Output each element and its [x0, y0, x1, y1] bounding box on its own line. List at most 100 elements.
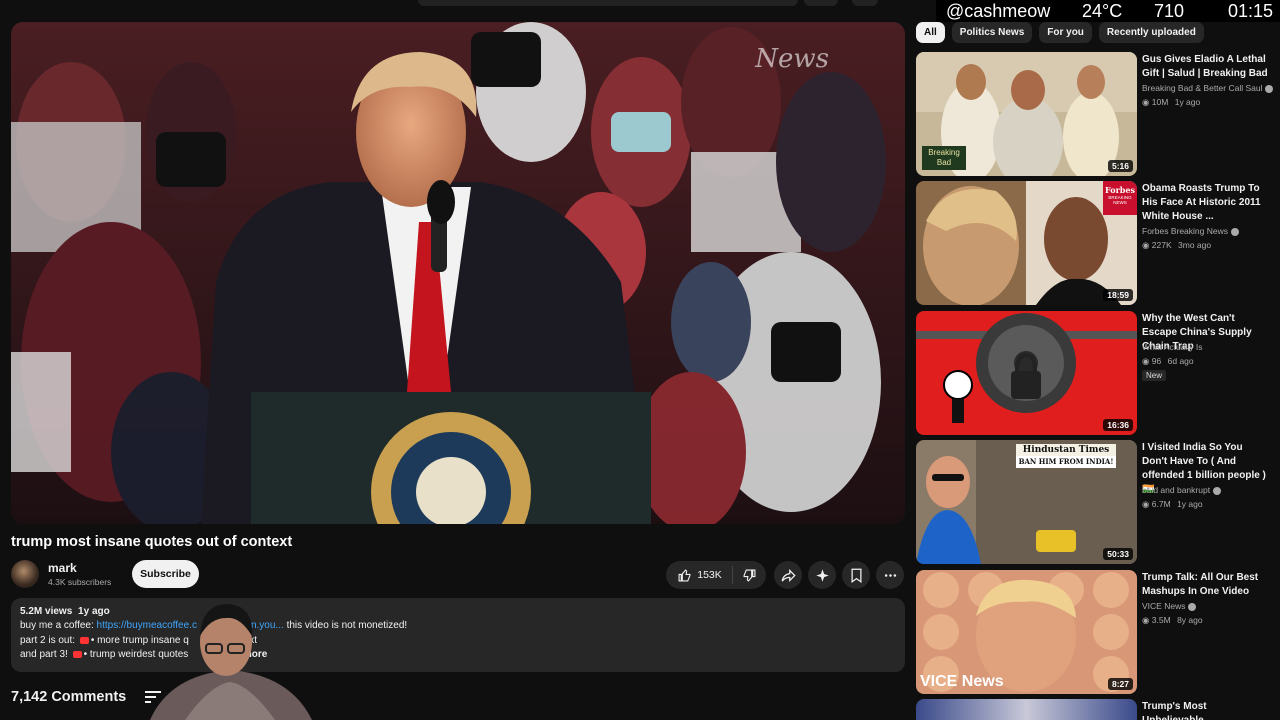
video-thumbnail[interactable]: Hindustan Times BAN HIM FROM INDIA! 50:3…: [916, 440, 1137, 564]
like-count: 153K: [697, 569, 722, 581]
share-button[interactable]: [774, 561, 802, 589]
upload-age: 8y ago: [1177, 615, 1203, 625]
description-text: part 2 is out:: [20, 635, 76, 646]
recommendation-item[interactable]: Trump's Most Unbelievable: [916, 699, 1280, 720]
voice-search-button[interactable]: [804, 0, 838, 6]
chip-all[interactable]: All: [916, 22, 945, 43]
upload-age: 1y ago: [78, 606, 110, 617]
newspaper-name: Hindustan Times: [1022, 445, 1110, 455]
more-actions-button[interactable]: [876, 561, 904, 589]
news-watermark: News: [755, 44, 829, 74]
channel-name[interactable]: Forbes Breaking News: [1142, 226, 1239, 236]
youtube-icon: [72, 650, 82, 658]
create-button[interactable]: [852, 0, 878, 6]
view-count: 227K: [1151, 240, 1172, 250]
eye-icon: ◉: [1142, 356, 1150, 366]
stream-overlay: @cashmeow 24°C 710 01:15: [936, 0, 1280, 22]
overlay-temperature: 24°C: [1082, 1, 1123, 21]
ask-ai-button[interactable]: [808, 561, 836, 589]
overlay-count: 710: [1154, 1, 1185, 21]
chip-recently-uploaded[interactable]: Recently uploaded: [1098, 22, 1204, 43]
channel-name[interactable]: bald and bankrupt: [1142, 485, 1222, 495]
thumbs-down-icon: [743, 569, 756, 582]
vice-news-logo: VICE News: [920, 673, 1004, 690]
upload-age: 6d ago: [1167, 356, 1194, 366]
share-icon: [781, 568, 796, 582]
comments-count: 7,142 Comments: [11, 689, 127, 705]
upload-age: 1y ago: [1174, 97, 1201, 107]
verified-icon: [1230, 227, 1239, 236]
bookmark-icon: [851, 568, 861, 583]
verified-icon: [1188, 602, 1197, 611]
video-duration: 18:59: [1103, 289, 1133, 301]
video-meta: ◉ 3.5M 8y ago: [1142, 615, 1203, 626]
video-meta: ◉ 96 6d ago: [1142, 356, 1194, 367]
newspaper-headline: BAN HIM FROM INDIA!: [1016, 456, 1116, 468]
verified-icon: [1213, 486, 1222, 495]
verified-icon: [1265, 84, 1274, 93]
recommendation-item[interactable]: VICE News 8:27 Trump Talk: All Our Best …: [916, 570, 1280, 694]
search-bar[interactable]: [418, 0, 798, 6]
video-duration: 50:33: [1103, 548, 1133, 560]
video-thumbnail[interactable]: VICE News 8:27: [916, 570, 1137, 694]
video-title[interactable]: Gus Gives Eladio A Lethal Gift | Salud |…: [1142, 53, 1270, 81]
recommendation-item[interactable]: 16:36 Why the West Can't Escape China's …: [916, 311, 1280, 435]
youtube-icon: [79, 636, 89, 644]
channel-label: Breaking Bad & Better Call Saul: [1142, 83, 1263, 93]
eye-icon: ◉: [1142, 97, 1150, 107]
video-title: trump most insane quotes out of context: [11, 534, 293, 550]
newspaper-masthead: Hindustan Times BAN HIM FROM INDIA!: [1016, 444, 1116, 468]
sparkle-icon: [815, 568, 829, 582]
forbes-sub: BREAKING NEWS: [1108, 195, 1132, 205]
webcam-overlay: [140, 600, 320, 720]
video-player[interactable]: News: [11, 22, 905, 524]
view-count: 3.5M: [1151, 615, 1171, 625]
eye-icon: ◉: [1142, 615, 1150, 625]
video-thumbnail[interactable]: [916, 699, 1137, 720]
dislike-button[interactable]: [733, 569, 766, 582]
video-duration: 16:36: [1103, 419, 1133, 431]
recommendation-item[interactable]: Hindustan Times BAN HIM FROM INDIA! 50:3…: [916, 440, 1280, 564]
like-dislike-group: 153K: [666, 561, 766, 589]
forbes-logo: Forbes BREAKING NEWS: [1103, 181, 1137, 215]
channel-avatar[interactable]: [11, 560, 39, 588]
more-horizontal-icon: [884, 573, 896, 577]
chip-for-you[interactable]: For you: [1039, 22, 1092, 43]
channel-name[interactable]: Breaking Bad & Better Call Saul: [1142, 83, 1274, 93]
channel-label: Forbes Breaking News: [1142, 226, 1228, 236]
overlay-handle: @cashmeow: [946, 1, 1051, 21]
channel-name[interactable]: What Actually Is: [1142, 342, 1202, 352]
view-count: 6.7M: [1151, 499, 1171, 509]
video-meta: ◉ 6.7M 1y ago: [1142, 499, 1203, 510]
filter-chips: All Politics News For you Recently uploa…: [916, 22, 1204, 43]
description-text: and part 3!: [20, 649, 68, 660]
video-duration: 5:16: [1107, 160, 1133, 172]
channel-label: bald and bankrupt: [1142, 485, 1211, 495]
channel-name[interactable]: mark: [48, 561, 77, 575]
new-badge: New: [1142, 370, 1167, 381]
webcam-person: [150, 604, 312, 720]
breaking-bad-logo: Breaking Bad: [922, 146, 966, 170]
video-title[interactable]: Obama Roasts Trump To His Face At Histor…: [1142, 182, 1270, 224]
video-thumbnail[interactable]: Breaking Bad 5:16: [916, 52, 1137, 176]
recommendation-item[interactable]: Forbes BREAKING NEWS 18:59 Obama Roasts …: [916, 181, 1280, 305]
recommendation-item[interactable]: Breaking Bad 5:16 Gus Gives Eladio A Let…: [916, 52, 1280, 176]
video-title[interactable]: Trump's Most Unbelievable: [1142, 700, 1270, 720]
description-text: buy me a coffee:: [20, 620, 94, 631]
like-button[interactable]: 153K: [666, 566, 733, 584]
overlay-clock: 01:15: [1228, 1, 1274, 21]
upload-age: 1y ago: [1177, 499, 1203, 509]
chip-politics-news[interactable]: Politics News: [951, 22, 1033, 43]
channel-name[interactable]: VICE News: [1142, 601, 1197, 611]
subscribe-button[interactable]: Subscribe: [132, 560, 199, 588]
video-thumbnail[interactable]: Forbes BREAKING NEWS 18:59: [916, 181, 1137, 305]
video-title[interactable]: Trump Talk: All Our Best Mashups In One …: [1142, 571, 1270, 599]
upload-age: 3mo ago: [1178, 240, 1212, 250]
video-thumbnail[interactable]: 16:36: [916, 311, 1137, 435]
thumbs-up-icon: [678, 568, 691, 581]
save-button[interactable]: [842, 561, 870, 589]
eye-icon: ◉: [1142, 499, 1150, 509]
video-meta: ◉ 227K 3mo ago: [1142, 240, 1211, 251]
subscriber-count: 4.3K subscribers: [48, 577, 112, 587]
eye-icon: ◉: [1142, 240, 1150, 250]
